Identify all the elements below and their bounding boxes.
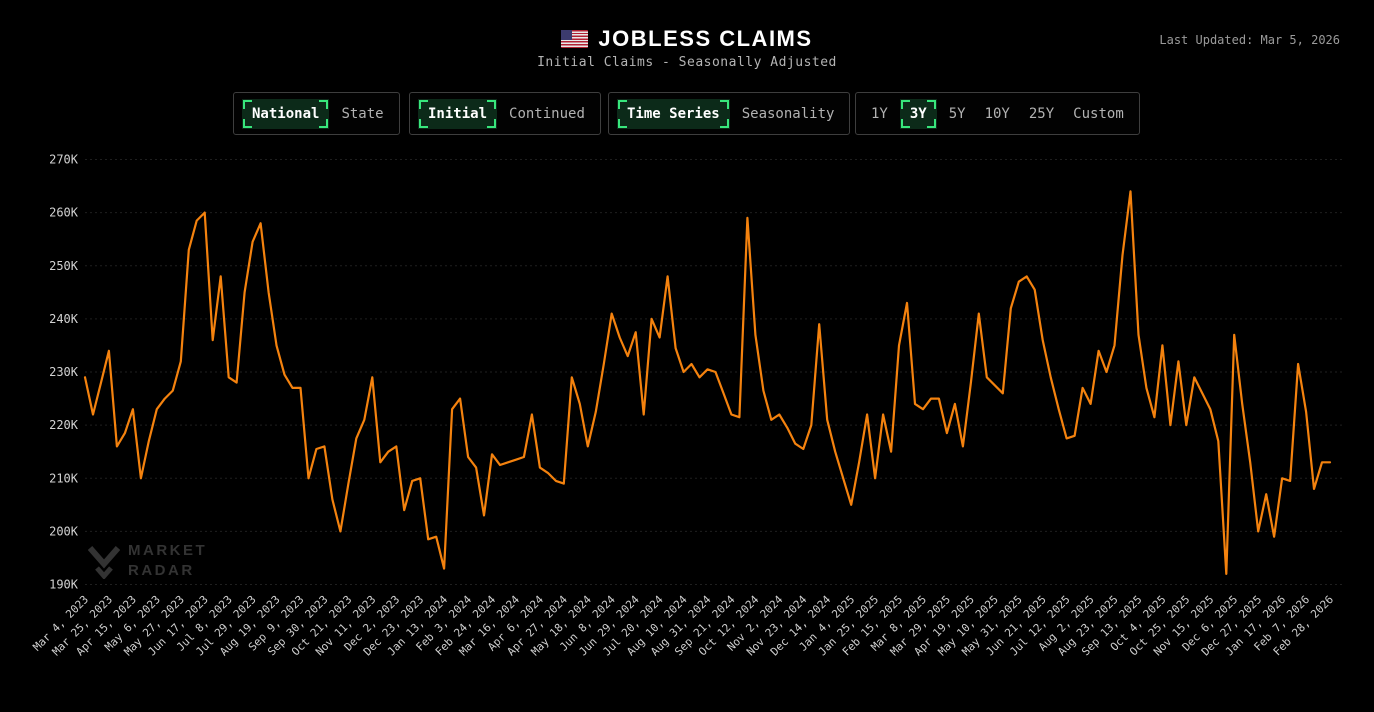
- watermark-line1: MARKET: [128, 541, 207, 561]
- market-radar-logo-icon: [88, 543, 120, 579]
- y-axis-label: 270K: [49, 153, 79, 167]
- y-axis-label: 190K: [49, 578, 79, 592]
- market-radar-watermark: MARKET RADAR: [88, 541, 207, 580]
- y-axis-label: 260K: [49, 206, 79, 220]
- y-axis-label: 210K: [49, 471, 79, 485]
- watermark-text: MARKET RADAR: [128, 541, 207, 580]
- y-axis-label: 250K: [49, 259, 79, 273]
- y-axis-label: 220K: [49, 418, 79, 432]
- jobless-claims-line-chart: 190K200K210K220K230K240K250K260K270KMar …: [0, 0, 1374, 712]
- y-axis-label: 230K: [49, 365, 79, 379]
- watermark-line2: RADAR: [128, 561, 207, 581]
- initial-claims-line: [85, 191, 1330, 574]
- y-axis-label: 240K: [49, 312, 79, 326]
- y-axis-label: 200K: [49, 524, 79, 538]
